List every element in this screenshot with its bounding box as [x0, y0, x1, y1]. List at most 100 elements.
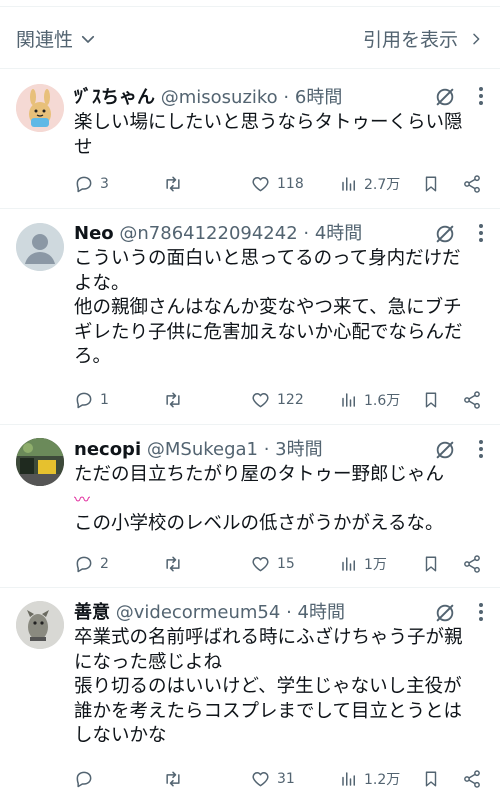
view-count: 1.6万	[364, 393, 401, 409]
like-button[interactable]: 118	[250, 174, 304, 194]
more-icon[interactable]	[478, 602, 484, 626]
sort-bar: 関連性 引用を表示	[0, 7, 500, 69]
reply-button[interactable]: 3	[74, 174, 109, 194]
views-button[interactable]: 1.6万	[340, 390, 400, 410]
view-count: 1万	[364, 557, 387, 573]
bookmark-icon	[425, 771, 437, 787]
avatar[interactable]	[16, 601, 64, 649]
handle[interactable]: @MSukega1	[147, 439, 258, 460]
more-icon[interactable]	[478, 86, 484, 110]
handle[interactable]: @misosuziko	[161, 87, 278, 108]
view-quotes-button[interactable]: 引用を表示	[363, 25, 484, 52]
timestamp[interactable]: 6時間	[295, 87, 342, 108]
chevron-down-icon	[81, 35, 95, 43]
like-icon	[252, 557, 269, 572]
retweet-button[interactable]	[162, 390, 184, 410]
action-bar: 1 122 1.6万	[74, 388, 484, 412]
like-icon	[252, 772, 269, 787]
grok-icon[interactable]	[434, 602, 456, 628]
share-button[interactable]	[462, 390, 482, 410]
bookmark-icon	[425, 556, 437, 572]
grok-icon[interactable]	[434, 439, 456, 465]
grok-icon[interactable]	[434, 223, 456, 249]
views-icon	[342, 557, 355, 571]
handle[interactable]: @n7864122094242	[119, 223, 297, 244]
tweet-text: 楽しい場にしたいと思うならタトゥーくらい隠 せ	[74, 111, 486, 160]
retweet-button[interactable]	[162, 769, 184, 789]
retweet-icon	[166, 176, 180, 192]
reply-icon	[76, 176, 92, 193]
like-icon	[252, 177, 269, 192]
default-avatar-icon	[16, 223, 64, 271]
timestamp[interactable]: 4時間	[315, 223, 362, 244]
tweet-header: necopi @MSukega1 · 3時間	[74, 439, 323, 460]
reply-count: 3	[100, 176, 109, 192]
sort-relevance-button[interactable]: 関連性	[16, 25, 97, 52]
view-count: 1.2万	[364, 772, 401, 788]
grok-icon[interactable]	[434, 86, 456, 112]
timestamp[interactable]: 4時間	[298, 602, 345, 623]
tweet-header: Neo @n7864122094242 · 4時間	[74, 223, 363, 244]
share-button[interactable]	[462, 174, 482, 194]
tweet-header: 善意 @videcormeum54 · 4時間	[74, 602, 345, 623]
retweet-icon	[166, 392, 180, 408]
share-button[interactable]	[462, 554, 482, 574]
tweet-text-line: この小学校のレベルの低さがうかがえるな。	[74, 513, 444, 534]
more-icon[interactable]	[478, 439, 484, 463]
avatar[interactable]	[16, 438, 64, 486]
action-bar: 31 1.2万	[74, 767, 484, 791]
bookmark-icon	[425, 392, 437, 408]
avatar[interactable]	[16, 84, 64, 132]
retweet-button[interactable]	[162, 174, 184, 194]
display-name[interactable]: 善意	[74, 602, 110, 623]
share-icon	[464, 175, 480, 193]
tweet[interactable]: necopi @MSukega1 · 3時間 ただの目立ちたがり屋のタトゥー野郎…	[0, 426, 500, 588]
bookmark-button[interactable]	[422, 390, 440, 410]
reply-count: 2	[100, 556, 109, 572]
tweet[interactable]: Neo @n7864122094242 · 4時間 こういうの面白いと思ってるの…	[0, 210, 500, 425]
sort-label: 関連性	[16, 29, 74, 51]
tweet-text-line: になった感じよね	[74, 651, 223, 673]
like-button[interactable]: 15	[250, 554, 295, 574]
reply-icon	[76, 771, 92, 788]
share-icon	[464, 770, 480, 788]
reply-button[interactable]	[74, 769, 100, 789]
like-count: 122	[277, 392, 304, 408]
bookmark-button[interactable]	[422, 769, 440, 789]
views-button[interactable]: 1.2万	[340, 769, 400, 789]
avatar[interactable]	[16, 223, 64, 271]
views-icon	[342, 772, 355, 786]
like-icon	[252, 393, 269, 408]
handle[interactable]: @videcormeum54	[116, 602, 281, 623]
views-button[interactable]: 1万	[340, 554, 387, 574]
reply-button[interactable]: 2	[74, 554, 109, 574]
tweet-text-line: 誰かを考えたらコスプレまでして目立とうとは	[74, 700, 462, 722]
like-button[interactable]: 31	[250, 769, 295, 789]
display-name[interactable]: necopi	[74, 439, 141, 460]
timestamp[interactable]: 3時間	[275, 439, 322, 460]
tweet[interactable]: 善意 @videcormeum54 · 4時間 卒業式の名前呼ばれる時にふざけち…	[0, 589, 500, 802]
share-icon	[464, 391, 480, 409]
retweet-button[interactable]	[162, 554, 184, 574]
view-quotes-label: 引用を表示	[362, 29, 458, 51]
tweet[interactable]: ﾂﾞｽちゃん @misosuziko · 6時間 楽しい場にしたいと思うならタト…	[0, 70, 500, 209]
tweet-text-line: せ	[74, 136, 93, 158]
emoji-text: 〰	[74, 489, 91, 509]
bookmark-button[interactable]	[422, 554, 440, 574]
bookmark-icon	[425, 176, 437, 192]
laughing-emoji: 〰	[74, 488, 486, 513]
reply-button[interactable]: 1	[74, 390, 109, 410]
display-name[interactable]: Neo	[74, 223, 114, 244]
display-name[interactable]: ﾂﾞｽちゃん	[74, 87, 155, 108]
avatar-illustration	[16, 84, 64, 132]
share-button[interactable]	[462, 769, 482, 789]
bookmark-button[interactable]	[422, 174, 440, 194]
reply-count: 1	[100, 392, 109, 408]
share-icon	[464, 555, 480, 573]
views-button[interactable]: 2.7万	[340, 174, 400, 194]
like-button[interactable]: 122	[250, 390, 304, 410]
like-count: 31	[277, 771, 295, 787]
tweet-text: こういうの面白いと思ってるのって身内だけだ よな。 他の親御さんはなんか変なやつ…	[74, 247, 486, 370]
more-icon[interactable]	[478, 223, 484, 247]
like-count: 15	[277, 556, 295, 572]
